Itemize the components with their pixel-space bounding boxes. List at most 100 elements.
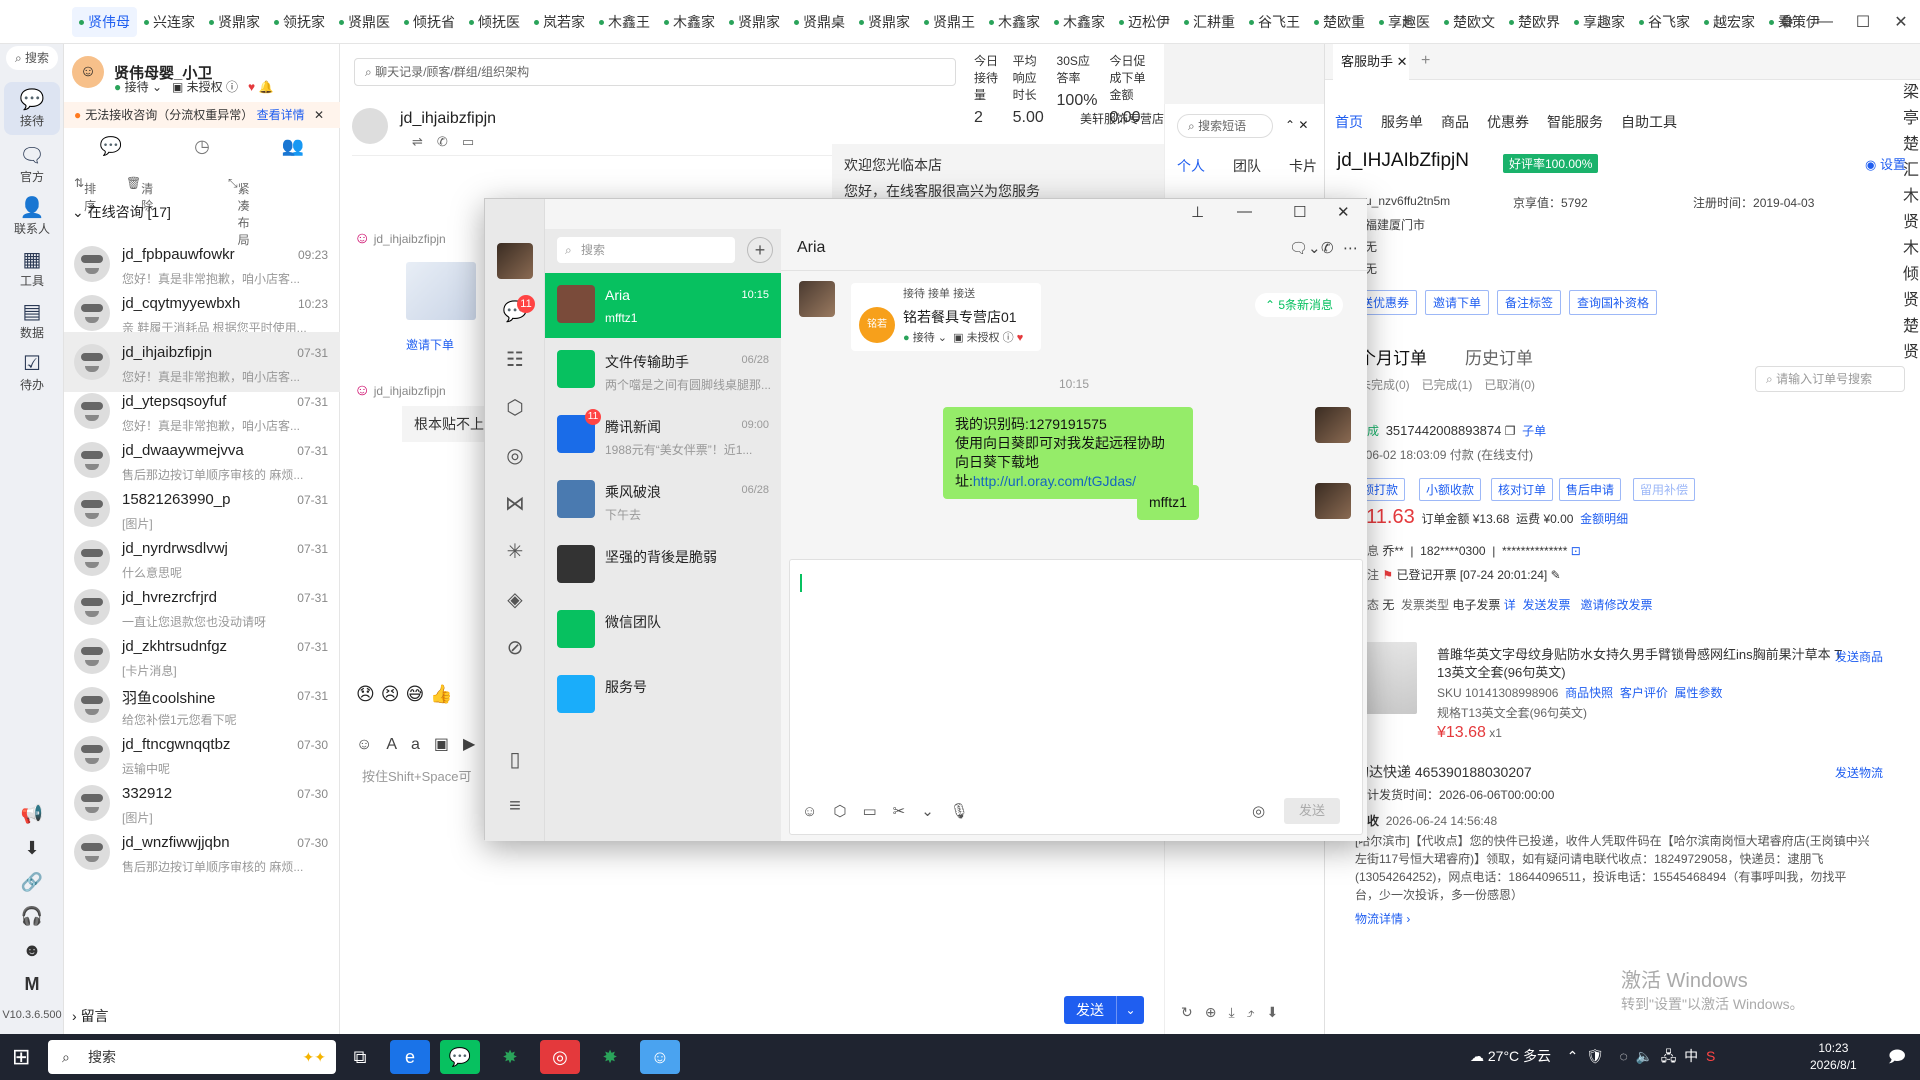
phone-icon[interactable]: ▯ <box>485 747 545 772</box>
shop-tab[interactable]: 楚欧文 <box>1437 7 1502 37</box>
amount-detail-link[interactable]: 金额明细 <box>1580 512 1628 526</box>
maximize-icon[interactable]: ☐ <box>1293 203 1306 221</box>
transfer-icon[interactable]: ⇌ <box>412 134 437 149</box>
shop-tab[interactable]: 倾抚医 <box>462 7 527 37</box>
change-invoice-link[interactable]: 邀请修改发票 <box>1580 598 1652 612</box>
call-icon[interactable]: ✆ <box>1321 239 1334 257</box>
review-link[interactable]: 客户评价 <box>1620 686 1668 700</box>
wechat-chat-item[interactable]: 坚强的背後是脆弱 <box>545 533 781 598</box>
jd-icon[interactable]: ◎ <box>540 1040 580 1074</box>
edit-icon[interactable]: ✎ <box>1551 568 1561 582</box>
note-icon[interactable]: ▭ <box>462 134 488 149</box>
shop-tab[interactable]: 木鑫家 <box>657 7 722 37</box>
microphone-icon[interactable]: 🎙 <box>950 803 985 820</box>
rail-item-official[interactable]: 🗨 官方 <box>4 144 60 185</box>
assistant-nav-item[interactable]: 优惠券 <box>1487 114 1529 130</box>
compact-layout-button[interactable]: ⤡ 紧凑布局 <box>228 176 250 247</box>
customer-action-button[interactable]: 查询国补资格 <box>1569 290 1658 315</box>
scissors-icon[interactable]: ✂⌄ <box>893 803 950 820</box>
avatar[interactable] <box>497 243 533 279</box>
channels-icon[interactable]: ⋈ <box>485 491 545 516</box>
link-icon[interactable]: ⊘ <box>485 635 545 660</box>
contacts-icon[interactable]: ☷ <box>485 347 545 372</box>
edge-icon[interactable]: e <box>390 1040 430 1074</box>
rail-item-contacts[interactable]: 👤 联系人 <box>4 196 60 237</box>
order-action-button[interactable]: 留用补偿 <box>1633 478 1696 501</box>
my-profile[interactable]: ☺ 贤伟母婴_小卫 ● 接待 ⌄ ▣ 未授权 ⓘ ♥ 🔔 <box>72 50 273 94</box>
send-button[interactable]: 发送 <box>1284 798 1340 824</box>
rail-search-button[interactable]: ⌕ 搜索 <box>6 46 58 70</box>
chat-options-icon[interactable]: 🗨⌄ <box>1289 239 1321 257</box>
invite-order-link[interactable]: 邀请下单 <box>406 336 454 353</box>
send-product-link[interactable]: 发送商品 <box>1835 648 1883 665</box>
more-icon[interactable]: ⋯ <box>1343 239 1358 257</box>
robot-icon[interactable]: ☻ <box>0 940 64 961</box>
favorites-icon[interactable]: ⬡ <box>833 803 862 820</box>
close-icon[interactable]: ✕ <box>1882 12 1920 32</box>
emoji-shortcuts[interactable]: 😞😣😅👍 <box>356 684 459 705</box>
group-tab-icon[interactable]: 👥 <box>282 136 304 166</box>
close-icon[interactable]: ✕ <box>314 108 324 122</box>
sort-button[interactable]: ⇅ 排序 <box>74 176 96 213</box>
assistant-nav-item[interactable]: 智能服务 <box>1547 114 1603 130</box>
taskbar-search-input[interactable]: ⌕ 搜索 ✦✦ <box>48 1040 336 1074</box>
shop-tab[interactable]: 谷飞家 <box>1632 7 1697 37</box>
search-feature-icon[interactable]: ✳ <box>485 539 545 564</box>
close-icon[interactable]: ✕ <box>1337 203 1350 221</box>
refresh-icon[interactable]: ↻ <box>1181 1004 1205 1020</box>
assistant-nav-item[interactable]: 服务单 <box>1381 114 1423 130</box>
sogou-icon[interactable]: S <box>1706 1048 1715 1064</box>
export-icon[interactable]: ⤴ <box>1247 1004 1267 1020</box>
wechat-chat-item[interactable]: 腾讯新闻 09:00 1988元有“美女伴票”！近1... 11 <box>545 403 781 468</box>
phrase-search-input[interactable]: ⌕ 搜索短语 <box>1177 114 1273 138</box>
send-invoice-link[interactable]: 发送发票 <box>1522 598 1570 612</box>
customer-action-button[interactable]: 邀请下单 <box>1425 290 1490 315</box>
wechat-chat-item[interactable]: Aria 10:15 mfftz1 <box>545 273 781 338</box>
attr-link[interactable]: 属性参数 <box>1675 686 1723 700</box>
order-action-button[interactable]: 小额收款 <box>1419 478 1482 501</box>
order-action-button[interactable]: 售后申请 <box>1559 478 1622 501</box>
order-filter[interactable]: 已取消(0) <box>1484 378 1535 392</box>
assistant-nav-item[interactable]: 商品 <box>1441 114 1469 130</box>
wechat-chat-item[interactable]: 乘风破浪 06/28 下午去 <box>545 468 781 533</box>
headset-icon[interactable]: 🎧 <box>0 906 64 927</box>
collapse-icon[interactable]: ⌃ ✕ <box>1285 118 1308 132</box>
my-status[interactable]: ● 接待 ⌄ ▣ 未授权 ⓘ ♥ 🔔 <box>114 78 273 95</box>
clear-button[interactable]: 🗑 清除 <box>126 176 153 213</box>
wechat-chat-item[interactable]: 文件传输助手 06/28 两个噹是之间有圆脚线桌腿那... <box>545 338 781 403</box>
tab-card[interactable]: 卡片 <box>1289 156 1317 176</box>
message-input[interactable]: ☺⬡▭✂⌄🎙 ◎ 发送 <box>789 559 1363 835</box>
order-search-input[interactable]: ⌕ 请输入订单号搜索 <box>1755 366 1905 392</box>
download-icon[interactable]: ⬇ <box>1267 1004 1291 1020</box>
chat-search-input[interactable]: ⌕ 聊天记录/顾客/群组/组织架构 <box>354 58 956 86</box>
shop-tab[interactable]: 木鑫家 <box>1047 7 1112 37</box>
invoice-detail-link[interactable]: 详 <box>1504 598 1516 612</box>
message-board-group[interactable]: › 留言 <box>72 1006 109 1026</box>
new-messages-button[interactable]: ⌃ 5条新消息 <box>1255 293 1343 317</box>
windows-start-icon[interactable]: ⊞ <box>12 1044 30 1070</box>
shop-tab[interactable]: 汇耕重 <box>1177 7 1242 37</box>
tab-team[interactable]: 团队 <box>1233 156 1261 176</box>
shop-tab[interactable]: 贤鼎家 <box>852 7 917 37</box>
shop-tab[interactable]: 领抚家 <box>267 7 332 37</box>
contact-item[interactable]: jd_wnzfiwwjjqbn 07-30 售后那边按订单顺序审核的 麻烦... <box>64 822 340 882</box>
tab-recent-orders[interactable]: 个月订单 <box>1359 344 1427 369</box>
product-image-message[interactable] <box>406 262 476 320</box>
shop-tab[interactable]: 迈松伊 <box>1112 7 1177 37</box>
shop-tab[interactable]: 木鑫王 <box>592 7 657 37</box>
settings-link[interactable]: ◉ 设置 <box>1865 154 1906 173</box>
shop-tab[interactable]: 楚欧界 <box>1502 7 1567 37</box>
shop-tab[interactable]: 贤鼎家 <box>202 7 267 37</box>
tab-history-orders[interactable]: 历史订单 <box>1465 344 1533 369</box>
font-icon[interactable]: Aa <box>386 736 434 753</box>
tab-assistant[interactable]: 客服助手 ✕ <box>1333 44 1409 80</box>
download-icon[interactable]: ⬇ <box>0 838 64 859</box>
ime-label[interactable]: 中 <box>1684 1048 1698 1064</box>
add-chat-button[interactable]: + <box>747 237 773 263</box>
order-action-button[interactable]: 核对订单 <box>1491 478 1554 501</box>
order-filter[interactable]: 已完成(1) <box>1422 378 1473 392</box>
assistant-nav-item[interactable]: 首页 <box>1335 114 1363 130</box>
shop-tab[interactable]: 木鑫家 <box>982 7 1047 37</box>
shop-tab[interactable]: 岚若家 <box>527 7 592 37</box>
sub-order-link[interactable]: 子单 <box>1522 424 1546 438</box>
